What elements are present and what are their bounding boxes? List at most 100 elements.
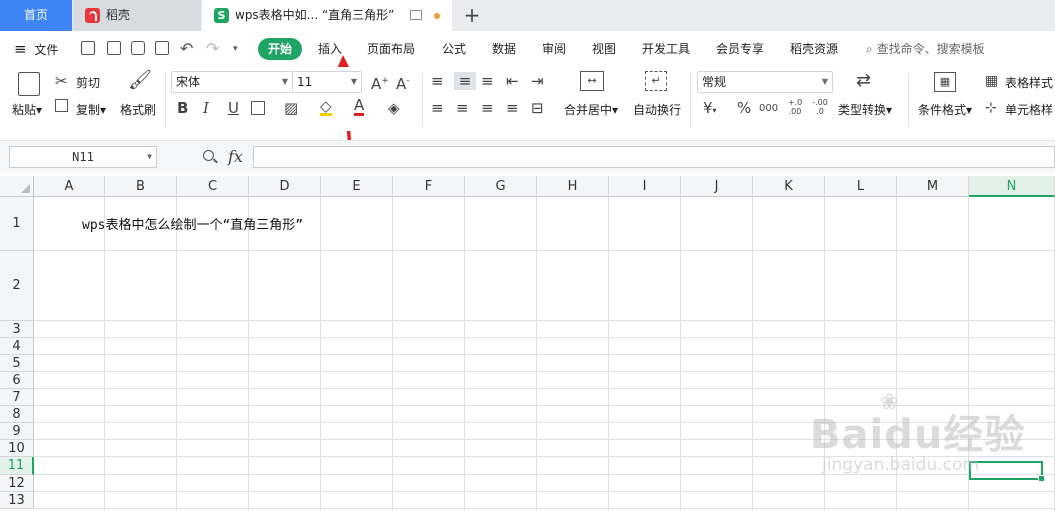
copy-icon[interactable] — [55, 99, 68, 112]
tab-document[interactable]: S wps表格中如... “直角三角形” — [202, 0, 452, 31]
row-header-4[interactable]: 4 — [0, 338, 34, 355]
paste-button[interactable]: 粘贴▾ — [12, 101, 42, 118]
row-header-11[interactable]: 11 — [0, 457, 34, 475]
font-name-select[interactable]: 宋体 ▼ — [171, 71, 293, 93]
tab-page-layout[interactable]: 页面布局 — [367, 31, 415, 67]
column-header-l[interactable]: L — [825, 176, 897, 197]
row-header-1[interactable]: 1 — [0, 197, 34, 251]
align-right-icon[interactable]: ≡ — [481, 99, 494, 117]
monitor-icon[interactable] — [410, 10, 422, 20]
row-header-7[interactable]: 7 — [0, 389, 34, 406]
conditional-format-icon[interactable]: ▦ — [934, 72, 956, 92]
column-header-g[interactable]: G — [465, 176, 537, 197]
align-left-icon[interactable]: ≡ — [431, 99, 444, 117]
select-all-corner[interactable] — [0, 176, 34, 197]
format-painter-icon[interactable]: 🖌 — [128, 71, 152, 90]
row-header-12[interactable]: 12 — [0, 475, 34, 492]
zoom-icon[interactable] — [203, 150, 214, 161]
column-header-h[interactable]: H — [537, 176, 609, 197]
tab-data[interactable]: 数据 — [492, 31, 516, 67]
underline-button[interactable]: U — [228, 99, 239, 117]
font-grow-icon[interactable]: A+ — [371, 72, 389, 93]
fx-icon[interactable]: fx — [228, 147, 243, 166]
formula-input[interactable] — [253, 146, 1055, 168]
column-header-n[interactable]: N — [969, 176, 1055, 197]
column-header-a[interactable]: A — [34, 176, 105, 197]
bold-button[interactable]: B — [177, 99, 188, 117]
column-header-f[interactable]: F — [393, 176, 465, 197]
cell-a1[interactable]: wps表格中怎么绘制一个“直角三角形” — [82, 214, 303, 233]
column-header-m[interactable]: M — [897, 176, 969, 197]
merge-center-icon[interactable]: ↔ — [580, 71, 604, 91]
column-header-e[interactable]: E — [321, 176, 393, 197]
tab-docer[interactable]: 稻壳 — [73, 0, 201, 31]
cell-style-button[interactable]: 单元格样 — [1005, 101, 1053, 118]
decrease-decimal-button[interactable]: -.00 .0 — [810, 98, 830, 116]
tab-home[interactable]: 首页 — [0, 0, 72, 31]
font-shrink-icon[interactable]: A- — [396, 72, 410, 93]
copy-button[interactable]: 复制▾ — [76, 101, 106, 118]
percent-button[interactable]: % — [737, 99, 751, 117]
tab-review[interactable]: 审阅 — [542, 31, 566, 67]
tab-developer[interactable]: 开发工具 — [642, 31, 690, 67]
align-middle-icon[interactable]: ≡ — [454, 72, 476, 90]
column-header-b[interactable]: B — [105, 176, 177, 197]
column-header-k[interactable]: K — [753, 176, 825, 197]
justify-icon[interactable]: ≡ — [506, 99, 519, 117]
format-painter-button[interactable]: 格式刷 — [120, 101, 156, 118]
name-box[interactable]: N11 ▼ — [9, 146, 157, 168]
row-header-9[interactable]: 9 — [0, 423, 34, 440]
increase-decimal-button[interactable]: +.0 .00 — [786, 98, 804, 116]
distribute-icon[interactable]: ⊟ — [531, 99, 544, 117]
tab-member[interactable]: 会员专享 — [716, 31, 764, 67]
row-header-5[interactable]: 5 — [0, 355, 34, 372]
indent-decrease-icon[interactable]: ⇤ — [506, 72, 519, 90]
currency-button[interactable]: ¥▾ — [703, 99, 717, 120]
wrap-text-icon[interactable]: ↵ — [645, 71, 667, 91]
tab-docer-resources[interactable]: 稻壳资源 — [790, 31, 838, 67]
font-size-select[interactable]: 11 ▼ — [292, 71, 362, 93]
borders-icon[interactable] — [251, 101, 265, 115]
row-header-6[interactable]: 6 — [0, 372, 34, 389]
table-style-button[interactable]: 表格样式 — [1005, 74, 1053, 91]
align-top-icon[interactable]: ≡ — [431, 72, 444, 90]
cell-style-icon[interactable]: ⊹ — [985, 99, 997, 117]
command-search[interactable]: ⌕ 查找命令、搜索模板 — [866, 31, 985, 67]
cut-button[interactable]: 剪切 — [76, 74, 100, 91]
eraser-icon[interactable]: ◈ — [388, 99, 400, 117]
italic-button[interactable]: I — [203, 99, 209, 117]
quick-access-more-icon[interactable]: ▾ — [233, 31, 238, 67]
selected-cell-n11[interactable] — [969, 461, 1045, 482]
file-menu[interactable]: ≡ 文件 — [14, 31, 58, 67]
column-header-d[interactable]: D — [249, 176, 321, 197]
number-format-select[interactable]: 常规 ▼ — [697, 71, 833, 93]
table-style-icon[interactable]: ▦ — [985, 72, 998, 90]
print-preview-icon[interactable] — [155, 41, 169, 55]
tab-start[interactable]: 开始 — [258, 38, 302, 60]
font-color-icon[interactable]: A — [354, 97, 365, 116]
wrap-text-button[interactable]: 自动换行 — [633, 101, 681, 118]
print-icon[interactable] — [131, 41, 145, 55]
thousands-separator-button[interactable]: 000 — [759, 100, 778, 118]
paste-icon[interactable] — [18, 72, 40, 96]
column-header-j[interactable]: J — [681, 176, 753, 197]
conditional-format-button[interactable]: 条件格式▾ — [918, 101, 972, 118]
save-icon[interactable] — [81, 41, 95, 55]
row-header-8[interactable]: 8 — [0, 406, 34, 423]
undo-icon[interactable]: ↶ — [180, 31, 193, 67]
fill-pattern-icon[interactable]: ▨ — [284, 99, 298, 117]
tab-view[interactable]: 视图 — [592, 31, 616, 67]
column-header-c[interactable]: C — [177, 176, 249, 197]
redo-icon[interactable]: ↷ — [206, 31, 219, 67]
row-header-2[interactable]: 2 — [0, 251, 34, 321]
row-header-3[interactable]: 3 — [0, 321, 34, 338]
merge-center-button[interactable]: 合并居中▾ — [564, 101, 618, 118]
type-convert-icon[interactable]: ⇄ — [856, 72, 871, 90]
align-center-icon[interactable]: ≡ — [456, 99, 469, 117]
row-header-13[interactable]: 13 — [0, 492, 34, 509]
column-header-i[interactable]: I — [609, 176, 681, 197]
tab-formulas[interactable]: 公式 — [442, 31, 466, 67]
align-bottom-icon[interactable]: ≡ — [481, 72, 494, 90]
export-icon[interactable] — [107, 41, 121, 55]
fill-color-icon[interactable]: ◇ — [320, 99, 332, 116]
